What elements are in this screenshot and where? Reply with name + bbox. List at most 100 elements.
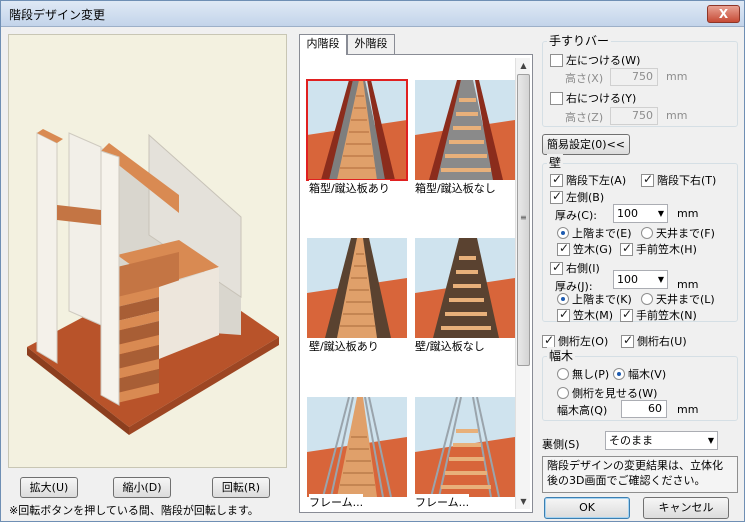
checkbox-icon	[620, 307, 633, 322]
thumb-caption: フレーム...	[309, 494, 364, 510]
left-front-kasagi-checkbox[interactable]: 手前笠木(H)	[620, 241, 697, 257]
checkbox-icon	[557, 241, 570, 256]
handrail-group-title: 手すりバー	[547, 32, 612, 49]
handrail-left-checkbox[interactable]: 左につける(W)	[550, 52, 640, 68]
checkbox-icon	[550, 91, 563, 105]
radio-icon	[641, 227, 653, 239]
unit-label: mm	[677, 403, 699, 416]
under-right-checkbox[interactable]: 階段下右(T)	[641, 172, 716, 188]
stair-thumb-image	[415, 397, 515, 497]
baseboard-height-label: 幅木高(Q)	[557, 404, 608, 417]
info-message: 階段デザインの変更結果は、立体化後の3D画面でご確認ください。	[542, 456, 738, 493]
baseboard-height-field[interactable]: 60	[621, 400, 667, 418]
stair-thumb-frame[interactable]	[307, 397, 407, 497]
zoom-out-button[interactable]: 縮小(D)	[113, 477, 171, 498]
right-front-kasagi-checkbox[interactable]: 手前笠木(N)	[620, 307, 697, 323]
left-wall	[36, 132, 58, 364]
radio-icon	[557, 293, 569, 305]
radio-icon	[641, 293, 653, 305]
stair-thumb-image	[307, 397, 407, 497]
radio-icon	[613, 368, 625, 380]
dropdown-arrow-icon: ▼	[657, 275, 664, 284]
stair-design-dialog: 階段デザイン変更 X 拡大(U) 縮小(D) 回転(R) ※回転ボタンを押してい…	[0, 0, 745, 522]
checkbox-icon	[550, 260, 563, 275]
stair-thumb-image	[415, 80, 515, 180]
scroll-up-arrow-icon[interactable]: ▲	[516, 58, 531, 73]
thumb-caption: 壁/蹴込板あり	[309, 338, 379, 354]
ok-button[interactable]: OK	[544, 497, 630, 519]
unit-label: mm	[677, 278, 699, 291]
radio-icon	[557, 387, 569, 399]
handrail-left-height-field[interactable]: 750	[610, 68, 658, 86]
baseboard-on-radio[interactable]: 幅木(V)	[613, 366, 666, 382]
middle-wall	[100, 150, 120, 406]
rotate-note: ※回転ボタンを押している間、階段が回転します。	[9, 504, 259, 517]
left-to-ceiling-radio[interactable]: 天井まで(F)	[641, 225, 715, 241]
grip-icon: ≡	[520, 213, 527, 222]
scroll-thumb[interactable]: ≡	[517, 74, 530, 366]
stair-thumb-wall-riser[interactable]	[307, 238, 407, 338]
thumb-caption: 箱型/蹴込板あり	[309, 180, 390, 196]
stair-thumb-image	[307, 80, 407, 180]
baseboard-group-title: 幅木	[547, 347, 576, 364]
stair-thumb-box-riser[interactable]	[306, 79, 408, 181]
stair-thumb-image	[415, 238, 515, 338]
stair-style-gallery: 箱型/蹴込板あり 箱型/蹴込板なし 壁/蹴込板あり 壁/蹴込板なし フレーム..…	[299, 54, 533, 513]
tab-indoor-stairs[interactable]: 内階段	[299, 34, 347, 55]
left-to-upper-radio[interactable]: 上階まで(E)	[557, 225, 632, 241]
unit-label: mm	[666, 70, 688, 83]
window-title: 階段デザイン変更	[9, 8, 106, 22]
stair-3d-preview[interactable]	[8, 34, 287, 468]
simple-settings-button[interactable]: 簡易設定(0)<<	[542, 134, 630, 155]
thumb-caption: フレーム...	[415, 494, 470, 510]
show-stringer-radio[interactable]: 側桁を見せる(W)	[557, 385, 657, 401]
dropdown-arrow-icon: ▼	[707, 436, 714, 445]
right-to-upper-radio[interactable]: 上階まで(K)	[557, 291, 632, 307]
title-bar: 階段デザイン変更 X	[1, 1, 744, 27]
stair-thumb-image	[307, 238, 407, 338]
rotate-button[interactable]: 回転(R)	[212, 477, 270, 498]
stair-thumb-box-open[interactable]	[415, 80, 515, 180]
handrail-left-height-label: 高さ(X)	[565, 72, 604, 85]
right-to-ceiling-radio[interactable]: 天井まで(L)	[641, 291, 715, 307]
back-side-label: 裏側(S)	[542, 438, 580, 451]
back-side-combo[interactable]: そのまま ▼	[605, 431, 718, 450]
unit-label: mm	[677, 207, 699, 220]
right-wall-checkbox[interactable]: 右側(I)	[550, 260, 600, 276]
dropdown-arrow-icon: ▼	[657, 209, 664, 218]
right-thickness-combo[interactable]: 100 ▼	[613, 270, 668, 289]
checkbox-icon	[620, 241, 633, 256]
left-thickness-combo[interactable]: 100 ▼	[613, 204, 668, 223]
gallery-scrollbar[interactable]: ▲ ≡ ▼	[515, 58, 530, 509]
handrail-right-height-field[interactable]: 750	[610, 107, 658, 125]
scroll-down-arrow-icon[interactable]: ▼	[516, 494, 531, 509]
radio-icon	[557, 227, 569, 239]
left-thickness-label: 厚み(C):	[555, 209, 597, 222]
handrail-right-checkbox[interactable]: 右につける(Y)	[550, 90, 636, 106]
handrail-right-height-label: 高さ(Z)	[565, 111, 604, 124]
baseboard-none-radio[interactable]: 無し(P)	[557, 366, 609, 382]
zoom-in-button[interactable]: 拡大(U)	[20, 477, 78, 498]
stair-3d-render	[27, 129, 279, 435]
thumb-caption: 壁/蹴込板なし	[415, 338, 485, 354]
back-wall-left	[68, 132, 102, 326]
unit-label: mm	[666, 109, 688, 122]
checkbox-icon	[621, 333, 634, 348]
checkbox-icon	[550, 189, 563, 204]
checkbox-icon	[641, 172, 654, 187]
cancel-button[interactable]: キャンセル	[643, 497, 729, 519]
close-button[interactable]: X	[707, 5, 740, 23]
under-left-checkbox[interactable]: 階段下左(A)	[550, 172, 626, 188]
left-wall-checkbox[interactable]: 左側(B)	[550, 189, 604, 205]
left-kasagi-checkbox[interactable]: 笠木(G)	[557, 241, 612, 257]
stair-thumb-frame-open[interactable]	[415, 397, 515, 497]
radio-icon	[557, 368, 569, 380]
checkbox-icon	[542, 333, 555, 348]
tab-outdoor-stairs[interactable]: 外階段	[347, 34, 395, 54]
checkbox-icon	[550, 172, 563, 187]
right-kasagi-checkbox[interactable]: 笠木(M)	[557, 307, 613, 323]
stringer-right-checkbox[interactable]: 側桁右(U)	[621, 333, 687, 349]
checkbox-icon	[550, 53, 563, 67]
stair-thumb-wall-open[interactable]	[415, 238, 515, 338]
thumb-caption: 箱型/蹴込板なし	[415, 180, 496, 196]
